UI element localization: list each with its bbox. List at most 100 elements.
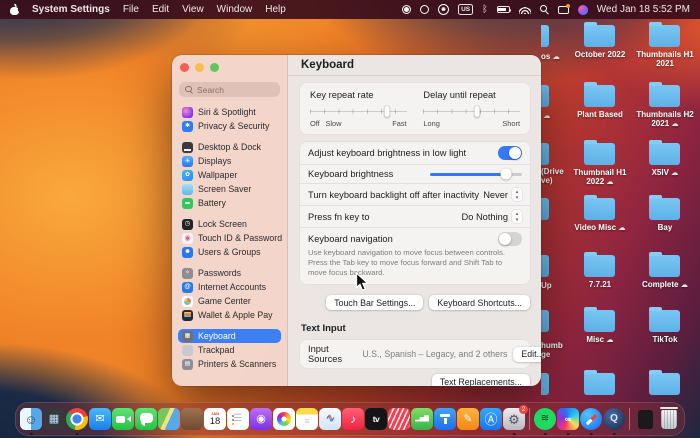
sidebar-item-game-center[interactable]: Game Center <box>178 294 281 308</box>
folder-icon[interactable] <box>584 370 615 395</box>
menu-clock[interactable]: Wed Jan 18 5:52 PM <box>597 4 690 15</box>
backlight-popup[interactable]: Never ▲ ▼ <box>483 188 522 201</box>
display-menu-icon[interactable] <box>557 4 571 14</box>
sidebar-search-field[interactable] <box>179 82 280 97</box>
active-app-menu[interactable]: System Settings <box>32 4 110 15</box>
sidebar-item-wallpaper[interactable]: ✿ Wallpaper <box>178 168 281 182</box>
folder-icon-partial[interactable] <box>541 143 549 165</box>
user-account-menu-icon[interactable]: ☻ <box>438 4 450 15</box>
sidebar-item-siri-spotlight[interactable]: Siri & Spotlight <box>178 105 281 119</box>
apple-menu-icon[interactable] <box>10 5 19 15</box>
folder-icon-partial[interactable] <box>541 255 549 277</box>
dock-keynote-icon[interactable] <box>434 408 456 430</box>
dock-chart-app-icon[interactable]: ∿ <box>319 408 341 430</box>
slider-thumb[interactable] <box>384 106 390 117</box>
dock-mail-icon[interactable]: ✉ <box>89 408 111 430</box>
key-repeat-slider[interactable] <box>310 106 407 117</box>
dock-numbers-icon[interactable]: ▂▅▇ <box>411 408 433 430</box>
menu-view[interactable]: View <box>182 4 204 15</box>
menu-window[interactable]: Window <box>217 4 253 15</box>
delay-slider[interactable] <box>423 106 520 117</box>
siri-icon[interactable] <box>577 4 588 15</box>
slider-thumb[interactable] <box>474 106 480 117</box>
folder-icon[interactable] <box>584 82 615 107</box>
folder-icon[interactable] <box>649 195 680 220</box>
creative-cloud-menu-icon[interactable] <box>420 5 430 14</box>
input-source-badge[interactable]: US <box>458 4 474 15</box>
text-replacements-button[interactable]: Text Replacements... <box>431 374 530 386</box>
battery-icon[interactable] <box>496 6 512 13</box>
low-light-toggle[interactable] <box>498 146 522 160</box>
dock-podcasts-icon[interactable]: ◉ <box>250 408 272 430</box>
dock-calendar-icon[interactable]: JAN 18 <box>204 408 226 430</box>
edit-input-sources-button[interactable]: Edit... <box>513 346 541 362</box>
folder-icon[interactable] <box>649 370 680 395</box>
close-button[interactable] <box>180 63 189 72</box>
dock-reminders-icon[interactable]: ☰ <box>227 408 249 430</box>
sidebar-item-displays[interactable]: ☀ Displays <box>178 154 281 168</box>
folder-icon-partial[interactable] <box>541 85 549 107</box>
dock-notes-icon[interactable]: ≡ <box>296 408 318 430</box>
folder-icon-partial[interactable] <box>541 310 549 332</box>
sidebar-item-wallet[interactable]: Wallet & Apple Pay <box>178 308 281 322</box>
sidebar-item-desktop-dock[interactable]: Desktop & Dock <box>178 140 281 154</box>
folder-icon[interactable] <box>649 140 680 165</box>
bluetooth-icon[interactable]: ᛒ <box>482 5 488 15</box>
dock-launchpad-icon[interactable]: ▦ <box>43 408 65 430</box>
search-input[interactable] <box>197 84 274 95</box>
fn-key-popup[interactable]: Do Nothing ▲ ▼ <box>461 210 522 223</box>
dock-news-icon[interactable] <box>388 408 410 430</box>
dock-creative-cloud-icon[interactable]: ∞ <box>557 408 579 430</box>
dock-spotify-icon[interactable]: ≋ <box>534 408 556 430</box>
menu-edit[interactable]: Edit <box>152 4 169 15</box>
folder-icon[interactable] <box>649 22 680 47</box>
dock-trash-icon[interactable] <box>660 407 678 429</box>
sidebar-item-battery[interactable]: Battery <box>178 196 281 210</box>
sidebar-item-lock-screen[interactable]: ◷ Lock Screen <box>178 217 281 231</box>
sidebar-item-printers[interactable]: ▤ Printers & Scanners <box>178 357 281 371</box>
keyboard-shortcuts-button[interactable]: Keyboard Shortcuts... <box>429 295 530 310</box>
dock-messages-icon[interactable] <box>135 408 157 430</box>
zoom-button[interactable] <box>210 63 219 72</box>
dock-document-stack-icon[interactable] <box>638 409 653 429</box>
folder-icon[interactable] <box>584 307 615 332</box>
keyboard-nav-toggle[interactable] <box>498 232 522 246</box>
dock-quicktime-icon[interactable]: Q <box>603 408 625 430</box>
sidebar-item-trackpad[interactable]: Trackpad <box>178 343 281 357</box>
touch-bar-settings-button[interactable]: Touch Bar Settings... <box>326 295 424 310</box>
folder-icon-partial[interactable] <box>541 373 549 395</box>
dock-maps-icon[interactable] <box>158 408 180 430</box>
dock-pages-icon[interactable]: ✎ <box>457 408 479 430</box>
folder-icon[interactable] <box>649 252 680 277</box>
sidebar-item-touch-id[interactable]: ◉ Touch ID & Password <box>178 231 282 245</box>
sidebar-item-keyboard[interactable]: ▦ Keyboard <box>178 329 281 343</box>
folder-icon[interactable] <box>649 82 680 107</box>
record-indicator-icon[interactable] <box>402 5 412 14</box>
sidebar-item-screen-saver[interactable]: Screen Saver <box>178 182 281 196</box>
dock-safari-icon[interactable] <box>580 408 602 430</box>
sidebar-item-privacy-security[interactable]: ✱ Privacy & Security <box>178 119 281 133</box>
dock-system-settings-icon[interactable]: ⚙ 2 <box>503 405 528 430</box>
folder-icon-partial[interactable] <box>541 25 549 47</box>
folder-icon[interactable] <box>584 140 615 165</box>
folder-icon[interactable] <box>584 252 615 277</box>
dock-apple-tv-icon[interactable]: tv <box>365 408 387 430</box>
dock-facetime-icon[interactable] <box>112 408 134 430</box>
menu-file[interactable]: File <box>123 4 139 15</box>
folder-icon-partial[interactable] <box>541 198 549 220</box>
minimize-button[interactable] <box>195 63 204 72</box>
sidebar-item-internet-accounts[interactable]: @ Internet Accounts <box>178 280 281 294</box>
dock-photos-icon[interactable] <box>273 408 295 430</box>
dock-brown-app-icon[interactable] <box>181 408 203 430</box>
dock-chrome-icon[interactable] <box>66 408 88 430</box>
folder-icon[interactable] <box>584 22 615 47</box>
folder-icon[interactable] <box>584 195 615 220</box>
folder-icon[interactable] <box>649 307 680 332</box>
spotlight-search-icon[interactable] <box>539 5 549 14</box>
dock-app-store-icon[interactable]: Ⓐ <box>480 408 502 430</box>
dock-finder-icon[interactable]: ☺ <box>20 408 42 430</box>
sidebar-item-passwords[interactable]: ✧ Passwords <box>178 266 281 280</box>
wifi-icon[interactable] <box>518 5 531 14</box>
sidebar-item-users-groups[interactable]: ☻ Users & Groups <box>178 245 281 259</box>
brightness-slider[interactable] <box>430 172 522 176</box>
